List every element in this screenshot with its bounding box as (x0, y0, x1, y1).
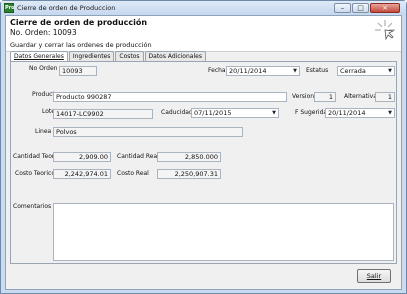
alternativa-label: Alternativa (344, 93, 377, 100)
f-sugerida-picker[interactable]: 20/11/2014 ▼ (325, 108, 395, 118)
salir-button[interactable]: Salir (357, 269, 391, 283)
caducidad-label: Caducidad (161, 109, 193, 116)
fecha-label: Fecha (208, 67, 226, 74)
tab-panel-datos-generales: No Orden 10093 Fecha 20/11/2014 ▼ Estatu… (10, 61, 397, 264)
estatus-label: Estatus (306, 67, 329, 74)
no-orden-field: 10093 (59, 66, 97, 76)
page-description: Guardar y cerrar las ordenes de producci… (10, 41, 152, 49)
cantidad-real-label: Cantidad Real (117, 153, 159, 160)
tab-costos[interactable]: Costos (115, 51, 144, 61)
tab-datos-adicionales[interactable]: Datos Adicionales (144, 51, 206, 61)
chevron-down-icon[interactable]: ▼ (386, 67, 394, 75)
comentarios-label: Comentarios (13, 203, 52, 210)
minimize-button[interactable]: – (334, 3, 351, 13)
caducidad-value: 07/11/2015 (194, 109, 232, 117)
linea-label: Linea (35, 128, 52, 135)
estatus-value: Cerrada (340, 67, 366, 75)
close-button[interactable]: × (370, 3, 400, 13)
estatus-select[interactable]: Cerrada ▼ (337, 66, 395, 76)
linea-field: Polvos (53, 127, 243, 137)
f-sugerida-value: 20/11/2014 (328, 109, 366, 117)
caducidad-picker[interactable]: 07/11/2015 ▼ (191, 108, 279, 118)
order-number: No. Orden: 10093 (10, 28, 77, 37)
tab-strip: Datos Generales Ingredientes Costos Dato… (10, 51, 207, 62)
cantidad-teorica-field: 2,909.00 (53, 152, 111, 162)
no-orden-label: No Orden (29, 65, 58, 72)
fecha-value: 20/11/2014 (229, 67, 267, 75)
salir-button-label: Salir (366, 272, 382, 280)
main-window: Pro Cierre de orden de Produccion – □ × … (0, 0, 407, 294)
wizard-sparkle-icon (375, 20, 395, 41)
costo-real-field: 2,250,907.31 (157, 169, 221, 179)
tab-ingredientes[interactable]: Ingredientes (68, 51, 115, 61)
comentarios-textarea[interactable] (53, 203, 394, 261)
version-field: 1 (314, 92, 336, 102)
lote-field: 14017-LC9902 (53, 109, 153, 119)
dialog-client: Cierre de orden de producción No. Orden:… (5, 15, 402, 290)
fecha-picker[interactable]: 20/11/2014 ▼ (226, 66, 300, 76)
title-bar[interactable]: Pro Cierre de orden de Produccion – □ × (1, 1, 406, 15)
costo-teorico-label: Costo Teorico (15, 170, 56, 177)
costo-teorico-field: 2,242,974.01 (53, 169, 111, 179)
chevron-down-icon[interactable]: ▼ (270, 109, 278, 117)
window-title: Cierre de orden de Produccion (17, 4, 116, 12)
maximize-button[interactable]: □ (352, 3, 369, 13)
version-label: Version (292, 93, 315, 100)
f-sugerida-label: F Sugerida (295, 109, 328, 116)
cantidad-real-field: 2,850.000 (157, 152, 221, 162)
page-title: Cierre de orden de producción (10, 18, 148, 27)
costo-real-label: Costo Real (117, 170, 149, 177)
chevron-down-icon[interactable]: ▼ (291, 67, 299, 75)
app-icon: Pro (4, 3, 15, 13)
alternativa-field: 1 (375, 92, 395, 102)
dialog-header: Cierre de orden de producción No. Orden:… (6, 16, 401, 52)
producto-field: Producto 990287 (53, 92, 287, 102)
chevron-down-icon[interactable]: ▼ (386, 109, 394, 117)
